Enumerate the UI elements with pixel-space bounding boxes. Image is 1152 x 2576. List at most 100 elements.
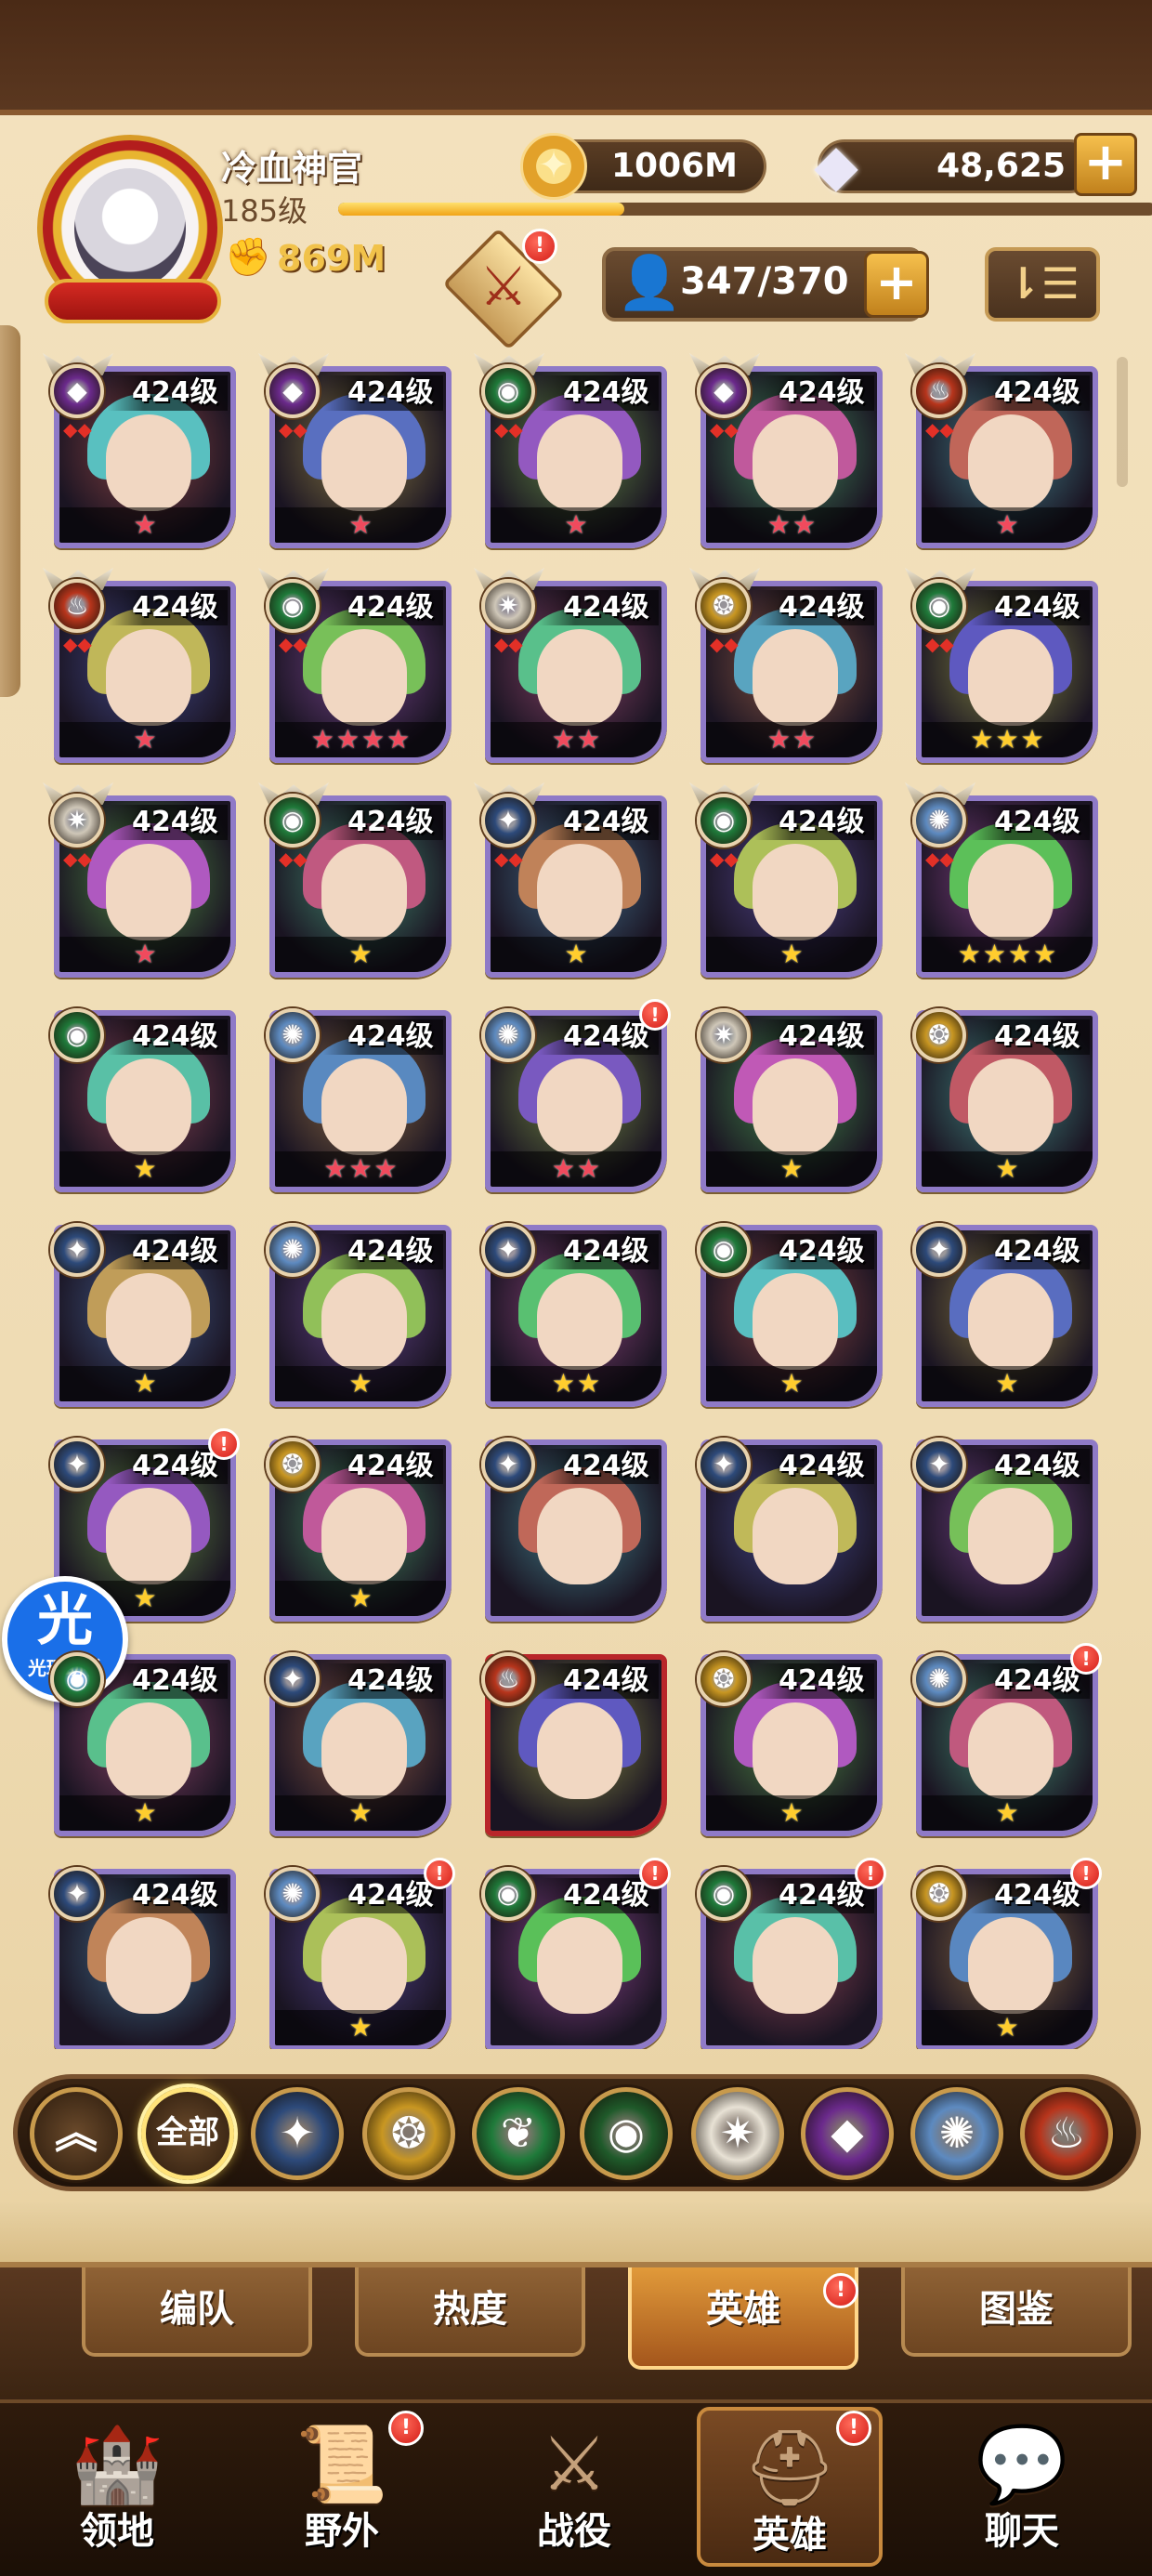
star-icon: ★: [133, 509, 157, 540]
nav-chat-bubble[interactable]: 💬 聊天: [929, 2407, 1115, 2567]
sub-tab-0[interactable]: 编队: [82, 2267, 312, 2357]
decorative-ledge: [0, 2202, 1152, 2267]
hero-stars: ★★★: [275, 1151, 446, 1187]
person-icon: 👤: [617, 253, 682, 313]
player-level: 185级: [221, 193, 308, 229]
dimensional-faction-icon: ✺: [266, 1223, 320, 1277]
hero-level: 424级: [539, 805, 659, 840]
hero-face: [106, 629, 191, 726]
hero-stars: ★: [491, 937, 661, 972]
filter-mauler-icon[interactable]: ◆: [801, 2087, 894, 2180]
hero-stars: ★: [491, 507, 661, 543]
star-icon: ★: [348, 1153, 373, 1184]
avatar-portrait: [74, 168, 186, 289]
nav-label: 野外: [305, 2510, 379, 2553]
nav-battle-sword[interactable]: ⚔ 战役: [481, 2407, 667, 2567]
hero-level: 424级: [539, 590, 659, 625]
hero-level: 424级: [539, 1878, 659, 1913]
hero-level: 424级: [539, 1449, 659, 1484]
hero-stars: ★★: [706, 507, 877, 543]
lightbearer-faction-icon: ✦: [50, 1867, 104, 1921]
filter-celestial-icon[interactable]: ✷: [691, 2087, 784, 2180]
add-gems-button[interactable]: +: [1074, 133, 1137, 196]
hero-face: [753, 414, 838, 511]
graveborn-faction-icon: ❂: [697, 579, 751, 633]
lightbearer-faction-icon: ✦: [912, 1438, 966, 1492]
star-icon: ★: [779, 1797, 804, 1828]
hero-level: 424级: [754, 805, 874, 840]
hero-stars: ★★: [491, 722, 661, 757]
filter-lightbearer-icon[interactable]: ✦: [251, 2087, 344, 2180]
hero-level: 424级: [754, 1019, 874, 1055]
lightbearer-faction-icon: ✦: [912, 1223, 966, 1277]
gem-value: 48,625: [936, 147, 1066, 185]
collapse-filter-button[interactable]: ︽: [30, 2087, 123, 2180]
lightbearer-faction-icon: ✦: [697, 1438, 751, 1492]
star-icon: ★: [1033, 939, 1057, 969]
star-icon: ★: [361, 724, 386, 755]
hero-level: 424级: [754, 1878, 874, 1913]
star-icon: ★: [577, 1368, 601, 1399]
nav-label: 领地: [80, 2510, 154, 2553]
hero-stars: ★: [922, 2010, 1093, 2045]
lightbearer-faction-icon: ✦: [50, 1223, 104, 1277]
hero-stars: ★★: [491, 1151, 661, 1187]
hero-level: 424级: [323, 1019, 443, 1055]
star-icon: ★: [564, 939, 588, 969]
hero-level: 424级: [108, 590, 228, 625]
sub-tab-alert-badge: !: [823, 2273, 858, 2308]
hero-stars: ★★★★: [275, 722, 446, 757]
hero-stars: ★: [59, 937, 230, 972]
hero-stars: ★: [706, 1795, 877, 1831]
hero-face: [321, 1488, 407, 1584]
graveborn-faction-icon: ❂: [912, 1008, 966, 1062]
hero-stars: ★★: [706, 722, 877, 757]
nav-castle[interactable]: 🏰 领地: [24, 2407, 210, 2567]
hero-helmet-icon: ⛑: [742, 2425, 837, 2511]
hero-stars: ★: [275, 1581, 446, 1616]
filter-wilder-eye-icon[interactable]: ◉: [580, 2087, 673, 2180]
hero-face: [106, 1702, 191, 1799]
graveborn-faction-icon: ❂: [266, 1438, 320, 1492]
hero-stars: ★: [922, 1366, 1093, 1401]
wilder-faction-icon: ◉: [697, 1867, 751, 1921]
power-fist-icon: ✊: [225, 236, 271, 279]
sub-tab-1[interactable]: 热度: [355, 2267, 585, 2357]
sub-tab-3[interactable]: 图鉴: [901, 2267, 1132, 2357]
star-icon: ★: [779, 1368, 804, 1399]
filter-hypogean-icon[interactable]: ♨: [1020, 2087, 1113, 2180]
hero-level: 424级: [754, 1449, 874, 1484]
star-icon: ★: [133, 1368, 157, 1399]
wilder-faction-icon: ◉: [481, 1867, 535, 1921]
hero-stars: ★★★★: [922, 937, 1093, 972]
mauler-faction-icon: ◆: [50, 364, 104, 418]
hero-level: 424级: [970, 1663, 1090, 1699]
expand-hero-slots-button[interactable]: +: [864, 251, 929, 318]
wilder-faction-icon: ◉: [697, 1223, 751, 1277]
hero-face: [753, 1702, 838, 1799]
ascension-gems-icon: ◆◆: [279, 418, 308, 440]
filter-dimensional-icon[interactable]: ✺: [910, 2087, 1003, 2180]
dimensional-faction-icon: ✺: [912, 794, 966, 848]
celestial-faction-icon: ✷: [697, 1008, 751, 1062]
star-icon: ★: [779, 1153, 804, 1184]
hero-face: [321, 629, 407, 726]
filter-graveborn-icon[interactable]: ❂: [362, 2087, 455, 2180]
hero-face: [968, 629, 1054, 726]
exp-bar: [338, 203, 1152, 216]
mauler-faction-icon: ◆: [697, 364, 751, 418]
map-scroll-icon: 📜: [295, 2421, 388, 2507]
castle-icon: 🏰: [71, 2421, 164, 2507]
filter-wilder-icon[interactable]: ❦: [472, 2087, 565, 2180]
ascension-gems-icon: ◆◆: [63, 848, 92, 870]
hero-stars: ★★★: [922, 722, 1093, 757]
hero-stars: ★★: [491, 1366, 661, 1401]
hero-stars: ★: [922, 507, 1093, 543]
sort-button[interactable]: ⇂☰: [985, 247, 1100, 322]
hero-level: 424级: [754, 590, 874, 625]
graveborn-faction-icon: ❂: [697, 1652, 751, 1706]
filter-all[interactable]: 全部: [141, 2087, 234, 2180]
wilder-faction-icon: ◉: [481, 364, 535, 418]
star-icon: ★: [133, 1153, 157, 1184]
hero-level: 424级: [970, 1878, 1090, 1913]
